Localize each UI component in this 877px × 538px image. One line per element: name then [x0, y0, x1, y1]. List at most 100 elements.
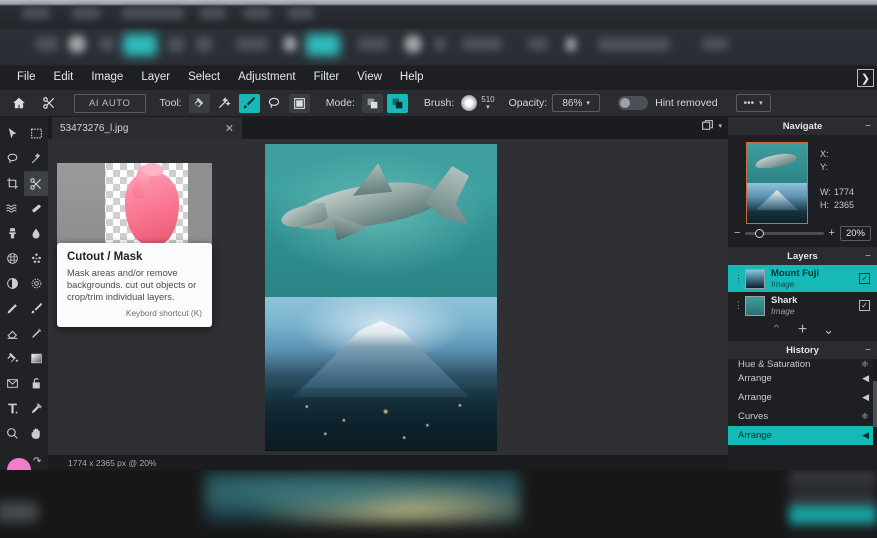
brush-size-stepper[interactable]: 510 ▾ — [481, 95, 494, 111]
layer-visibility-checkbox[interactable]: ✓ — [859, 273, 870, 284]
menu-item-edit[interactable]: Edit — [45, 68, 83, 88]
home-icon[interactable] — [6, 92, 32, 114]
menu-bar: File Edit Image Layer Select Adjustment … — [0, 66, 877, 90]
lasso-icon[interactable] — [264, 94, 285, 113]
menu-item-view[interactable]: View — [348, 68, 391, 88]
crop-tool[interactable] — [0, 171, 24, 196]
scatter-tool[interactable] — [24, 246, 48, 271]
magic-wand-tool[interactable] — [24, 146, 48, 171]
brush-preview-icon[interactable] — [461, 95, 478, 111]
zoom-slider-handle[interactable] — [754, 228, 764, 238]
liquify-tool[interactable] — [0, 196, 24, 221]
document-canvas[interactable] — [265, 144, 497, 451]
tool-palette: ↷ — [0, 117, 48, 494]
add-shapes-icon[interactable] — [386, 93, 408, 113]
menu-item-filter[interactable]: Filter — [305, 68, 349, 88]
drag-handle-icon[interactable]: ⋮⋮ — [734, 300, 751, 311]
document-tab-bar: 53473276_l.jpg ✕ ▾ — [48, 117, 728, 139]
smudge-tool[interactable] — [24, 321, 48, 346]
plus-icon[interactable]: + — [829, 227, 835, 239]
history-item[interactable]: Arrange ◀ — [728, 388, 877, 407]
eraser-tool[interactable] — [0, 321, 24, 346]
plus-icon[interactable]: + — [798, 321, 807, 339]
chevron-right-icon[interactable]: ❯ — [857, 69, 874, 87]
zoom-tool[interactable] — [0, 421, 24, 446]
menu-item-help[interactable]: Help — [391, 68, 433, 88]
subtract-shapes-icon[interactable] — [361, 93, 383, 113]
minimize-icon[interactable]: − — [865, 251, 871, 262]
drag-handle-icon[interactable]: ⋮⋮ — [734, 273, 751, 284]
layer-row[interactable]: ⋮⋮ Shark Image ✓ — [728, 292, 877, 319]
tooltip-title: Cutout / Mask — [67, 251, 143, 263]
gradient-tool[interactable] — [24, 346, 48, 371]
minimize-icon[interactable]: − — [865, 345, 871, 356]
cutout-mask-tool[interactable] — [24, 171, 48, 196]
brush-icon[interactable] — [238, 93, 260, 113]
lock-tool[interactable] — [24, 371, 48, 396]
zoom-slider[interactable] — [745, 228, 824, 238]
minimize-icon[interactable]: − — [865, 121, 871, 132]
menu-item-layer[interactable]: Layer — [132, 68, 179, 88]
menu-item-adjustment[interactable]: Adjustment — [229, 68, 305, 88]
navigate-panel-body: X: Y: W: 1774 H: 2365 − + 20% — [728, 135, 877, 247]
arrange-icon: ◀ — [862, 430, 869, 440]
menu-item-image[interactable]: Image — [82, 68, 132, 88]
flamingo-body — [125, 171, 179, 245]
lasso-tool[interactable] — [0, 146, 24, 171]
options-bar: AI AUTO Tool: Mode: Brush: 510 ▾ Opacity… — [0, 90, 877, 117]
envelope-tool[interactable] — [0, 371, 24, 396]
clone-stamp-tool[interactable] — [0, 221, 24, 246]
history-scrollbar-thumb[interactable] — [873, 381, 877, 427]
hand-tool[interactable] — [24, 421, 48, 446]
pencil-tool[interactable] — [0, 296, 24, 321]
chevron-up-icon[interactable]: ⌃ — [771, 322, 782, 338]
document-tab[interactable]: 53473276_l.jpg ✕ — [52, 117, 242, 139]
more-options-button[interactable]: ••• ▾ — [735, 94, 771, 112]
zoom-value-input[interactable]: 20% — [839, 225, 871, 241]
chevron-down-icon[interactable]: ▾ — [718, 122, 722, 130]
blur-tool[interactable] — [24, 221, 48, 246]
hint-removed-toggle[interactable] — [618, 96, 649, 110]
minus-icon[interactable]: − — [734, 227, 740, 239]
scissors-icon[interactable] — [36, 92, 62, 114]
paint-bucket-tool[interactable] — [0, 346, 24, 371]
magic-wand-icon[interactable] — [214, 94, 235, 113]
contrast-tool[interactable] — [0, 271, 24, 296]
close-icon[interactable]: ✕ — [225, 122, 234, 135]
history-item[interactable]: Hue & Saturation ⚛ — [728, 359, 877, 369]
right-dock: Navigate − X: Y: W: 1774 H: 2365 − + 20%… — [728, 117, 877, 470]
eyedropper-tool[interactable] — [24, 396, 48, 421]
menu-item-file[interactable]: File — [8, 68, 45, 88]
history-item[interactable]: Arrange ◀ — [728, 426, 877, 445]
paintbrush-tool[interactable] — [24, 296, 48, 321]
navigate-thumbnail[interactable] — [746, 142, 808, 224]
mountain-shape — [293, 321, 469, 397]
mesh-warp-tool[interactable] — [0, 246, 24, 271]
navigate-h-value: 2365 — [834, 199, 855, 210]
menu-item-select[interactable]: Select — [179, 68, 229, 88]
duplicate-window-icon[interactable] — [701, 119, 714, 132]
text-tool[interactable] — [0, 396, 24, 421]
history-item[interactable]: Arrange ◀ — [728, 369, 877, 388]
square-mask-icon[interactable] — [288, 93, 310, 113]
layers-panel-header[interactable]: Layers − — [728, 247, 877, 265]
marquee-select-tool[interactable] — [24, 121, 48, 146]
paint-bucket-icon[interactable] — [188, 93, 210, 113]
layer-visibility-checkbox[interactable]: ✓ — [859, 300, 870, 311]
ai-auto-button[interactable]: AI AUTO — [74, 93, 146, 113]
layer-row[interactable]: ⋮⋮ Mount Fuji Image ✓ — [728, 265, 877, 292]
opacity-input[interactable]: 86% ▾ — [552, 94, 601, 112]
swap-colors-icon[interactable]: ↷ — [33, 456, 41, 467]
heal-tool[interactable] — [24, 196, 48, 221]
history-panel-header[interactable]: History − — [728, 341, 877, 359]
history-item[interactable]: Curves ⚛ — [728, 407, 877, 426]
chevron-down-icon[interactable]: ⌄ — [823, 322, 834, 338]
move-tool[interactable] — [0, 121, 24, 146]
settings-tool[interactable] — [24, 271, 48, 296]
layers-panel-title: Layers — [787, 250, 818, 262]
window-layout-control[interactable]: ▾ — [701, 119, 722, 132]
document-size-status: 1774 x 2365 px @ 20% — [68, 457, 157, 468]
history-scrollbar[interactable] — [873, 359, 877, 445]
navigate-h-row: H: 2365 — [820, 198, 872, 211]
navigate-panel-header[interactable]: Navigate − — [728, 117, 877, 135]
